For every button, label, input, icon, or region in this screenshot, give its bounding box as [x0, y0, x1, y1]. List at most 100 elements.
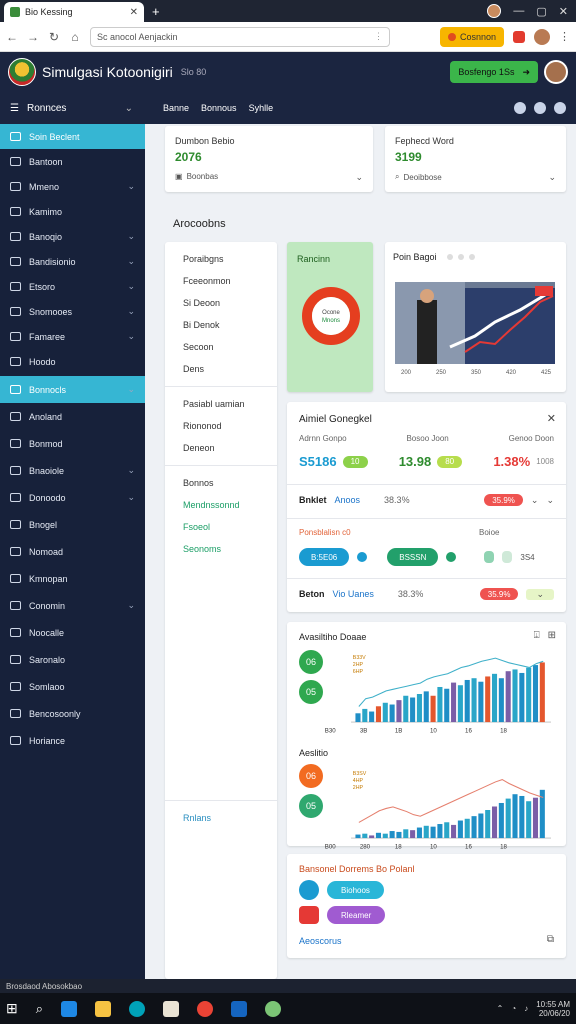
network-icon[interactable]: ◔ [511, 1004, 516, 1013]
user-avatar[interactable] [544, 60, 568, 84]
settings-icon[interactable] [534, 102, 546, 114]
expand-icon[interactable]: ⊞ [548, 630, 556, 641]
close-icon[interactable]: ✕ [547, 412, 556, 425]
list-item[interactable]: Bi Denok [165, 314, 277, 336]
sidebar-item[interactable]: Kmnopan [0, 565, 145, 592]
sidebar-item[interactable]: Snomooes ⌄ [0, 299, 145, 324]
list-item[interactable]: Deneon [165, 437, 277, 459]
table-row[interactable]: Beton Vio Uanes 38.3% 35.9% ⌄ [299, 588, 554, 600]
photo-card[interactable]: Poin Bagoi 200 250 350 420 425 [385, 242, 566, 392]
action-footer[interactable]: Aeoscorus [299, 936, 342, 946]
top-nav-link[interactable]: Banne [163, 103, 189, 113]
start-button[interactable]: Bosfengo 1Ss ➜ [450, 61, 538, 83]
action-pill[interactable]: Biohoos [327, 881, 384, 899]
sidebar-item[interactable]: Bonnocls ⌄ [0, 376, 145, 403]
sidebar-item[interactable]: Horiance [0, 727, 145, 754]
sidebar-item[interactable]: Noocalle [0, 619, 145, 646]
notification-icon[interactable] [554, 102, 566, 114]
sidebar-item[interactable]: Donoodo ⌄ [0, 484, 145, 511]
app-icon[interactable] [231, 1000, 248, 1017]
clock[interactable]: 10:55 AM 20/06/20 [536, 1000, 570, 1018]
hamburger-icon[interactable]: ☰ [10, 103, 19, 114]
browser-menu-icon[interactable]: ⋮ [559, 30, 570, 43]
new-tab-button[interactable]: + [152, 4, 160, 19]
sidebar-item[interactable]: Bnogel [0, 511, 145, 538]
chevron-down-icon[interactable]: ⌄ [355, 172, 363, 183]
browser-avatar[interactable] [534, 28, 550, 45]
download-icon[interactable]: ⍗ [534, 630, 540, 641]
home-icon[interactable]: ⌂ [69, 30, 81, 44]
sidebar-item[interactable]: Soin Beclent [0, 124, 145, 149]
kpi-card[interactable]: Fephecd Word 3199 ⌕ Deoibbose ⌄ [385, 126, 566, 192]
omnibox-menu-icon[interactable]: ⋮ [374, 31, 383, 42]
kpi-card[interactable]: Dumbon Bebio 2076 ▣ Boonbas ⌄ [165, 126, 373, 192]
store-icon[interactable] [129, 1000, 146, 1017]
sidebar-item[interactable]: Banoqio ⌄ [0, 224, 145, 249]
info-icon[interactable] [514, 102, 526, 114]
copy-icon[interactable]: ⧉ [547, 934, 554, 945]
list-item[interactable]: Dens [165, 358, 277, 380]
list-item[interactable]: Mendnssonnd [165, 494, 277, 516]
chart-bar [498, 678, 504, 723]
list-item[interactable]: Si Deoon [165, 292, 277, 314]
list-item[interactable]: Secoon [165, 336, 277, 358]
volume-icon[interactable]: ♪ [524, 1004, 528, 1013]
extension-red-icon[interactable] [513, 30, 525, 43]
sidebar-item[interactable]: Bnaoiole ⌄ [0, 457, 145, 484]
sidebar-item[interactable]: Saronalo [0, 646, 145, 673]
sidebar-item[interactable]: Hoodo [0, 349, 145, 374]
sidebar-item[interactable]: Nomoad [0, 538, 145, 565]
search-icon[interactable]: ⌕ [36, 1001, 43, 1017]
profile-icon[interactable] [487, 4, 502, 18]
back-icon[interactable]: ← [6, 30, 18, 44]
table-row[interactable]: Bnklet Anoos 38.3% 35.9% ⌄ ⌄ [299, 494, 554, 506]
chevron-up-icon[interactable]: ⌃ [497, 1004, 504, 1013]
chevron-down-icon[interactable]: ⌄ [548, 172, 556, 183]
reload-icon[interactable]: ↻ [48, 30, 60, 44]
sidebar-item[interactable]: Bonmod [0, 430, 145, 457]
list-item[interactable]: Fceeonmon [165, 270, 277, 292]
sidebar-item[interactable]: Mmeno ⌄ [0, 174, 145, 199]
window-close-icon[interactable]: ✕ [559, 5, 568, 18]
notepad-icon[interactable] [163, 1000, 180, 1017]
chevron-down-icon[interactable]: ⌄ [531, 495, 539, 506]
browser-tab[interactable]: Bio Kessing ✕ [4, 2, 144, 22]
pill-button[interactable]: B:5E06 [299, 548, 350, 566]
pill-button[interactable]: BSSSN [387, 548, 439, 566]
list-item[interactable]: Seonoms [165, 538, 277, 560]
toggle-icon[interactable] [484, 551, 495, 563]
action-pill[interactable]: Rleamer [327, 906, 386, 924]
minimize-icon[interactable]: — [513, 5, 524, 17]
close-icon[interactable]: ✕ [130, 7, 138, 18]
sidebar-item[interactable]: Famaree ⌄ [0, 324, 145, 349]
app-icon[interactable] [265, 1000, 282, 1017]
extension-button[interactable]: Cosnnon [439, 26, 504, 47]
sidebar-item[interactable]: Anoland [0, 403, 145, 430]
edge-icon[interactable] [61, 1000, 78, 1017]
sidebar-item[interactable]: Bantoon [0, 149, 145, 174]
sidebar-item[interactable]: Etsoro ⌄ [0, 274, 145, 299]
chrome-icon[interactable] [197, 1000, 214, 1017]
list-item[interactable]: Riononod [165, 415, 277, 437]
list-item[interactable]: Bonnos [165, 472, 277, 494]
top-nav-link[interactable]: Bonnous [201, 103, 237, 113]
sidebar-item[interactable]: Somlaoo [0, 673, 145, 700]
address-bar[interactable]: Sc anocol Aenjackin ⋮ [90, 26, 390, 47]
forward-icon[interactable]: → [27, 30, 39, 44]
windows-start-icon[interactable]: ⊞ [6, 1000, 18, 1017]
chevron-down-icon[interactable]: ⌄ [546, 495, 554, 506]
chevron-down-icon[interactable]: ⌄ [526, 588, 554, 600]
sidebar-item[interactable]: Bencosoonly [0, 700, 145, 727]
green-card[interactable]: Rancinn Ocone Mnons [287, 242, 373, 392]
toggle-icon[interactable] [502, 551, 513, 563]
folder-icon[interactable] [95, 1000, 112, 1017]
sidebar-item[interactable]: Conomin ⌄ [0, 592, 145, 619]
list-item[interactable]: Poraibgns [165, 248, 277, 270]
nav-main[interactable]: ☰ Ronnces ⌄ [0, 103, 145, 114]
list-item[interactable]: Fsoeol [165, 516, 277, 538]
top-nav-link[interactable]: Syhlle [249, 103, 274, 113]
sidebar-item[interactable]: Bandisionio ⌄ [0, 249, 145, 274]
maximize-icon[interactable]: ▢ [536, 5, 546, 18]
list-footer[interactable]: Rnlans [165, 807, 277, 829]
sidebar-item[interactable]: Kamimo [0, 199, 145, 224]
